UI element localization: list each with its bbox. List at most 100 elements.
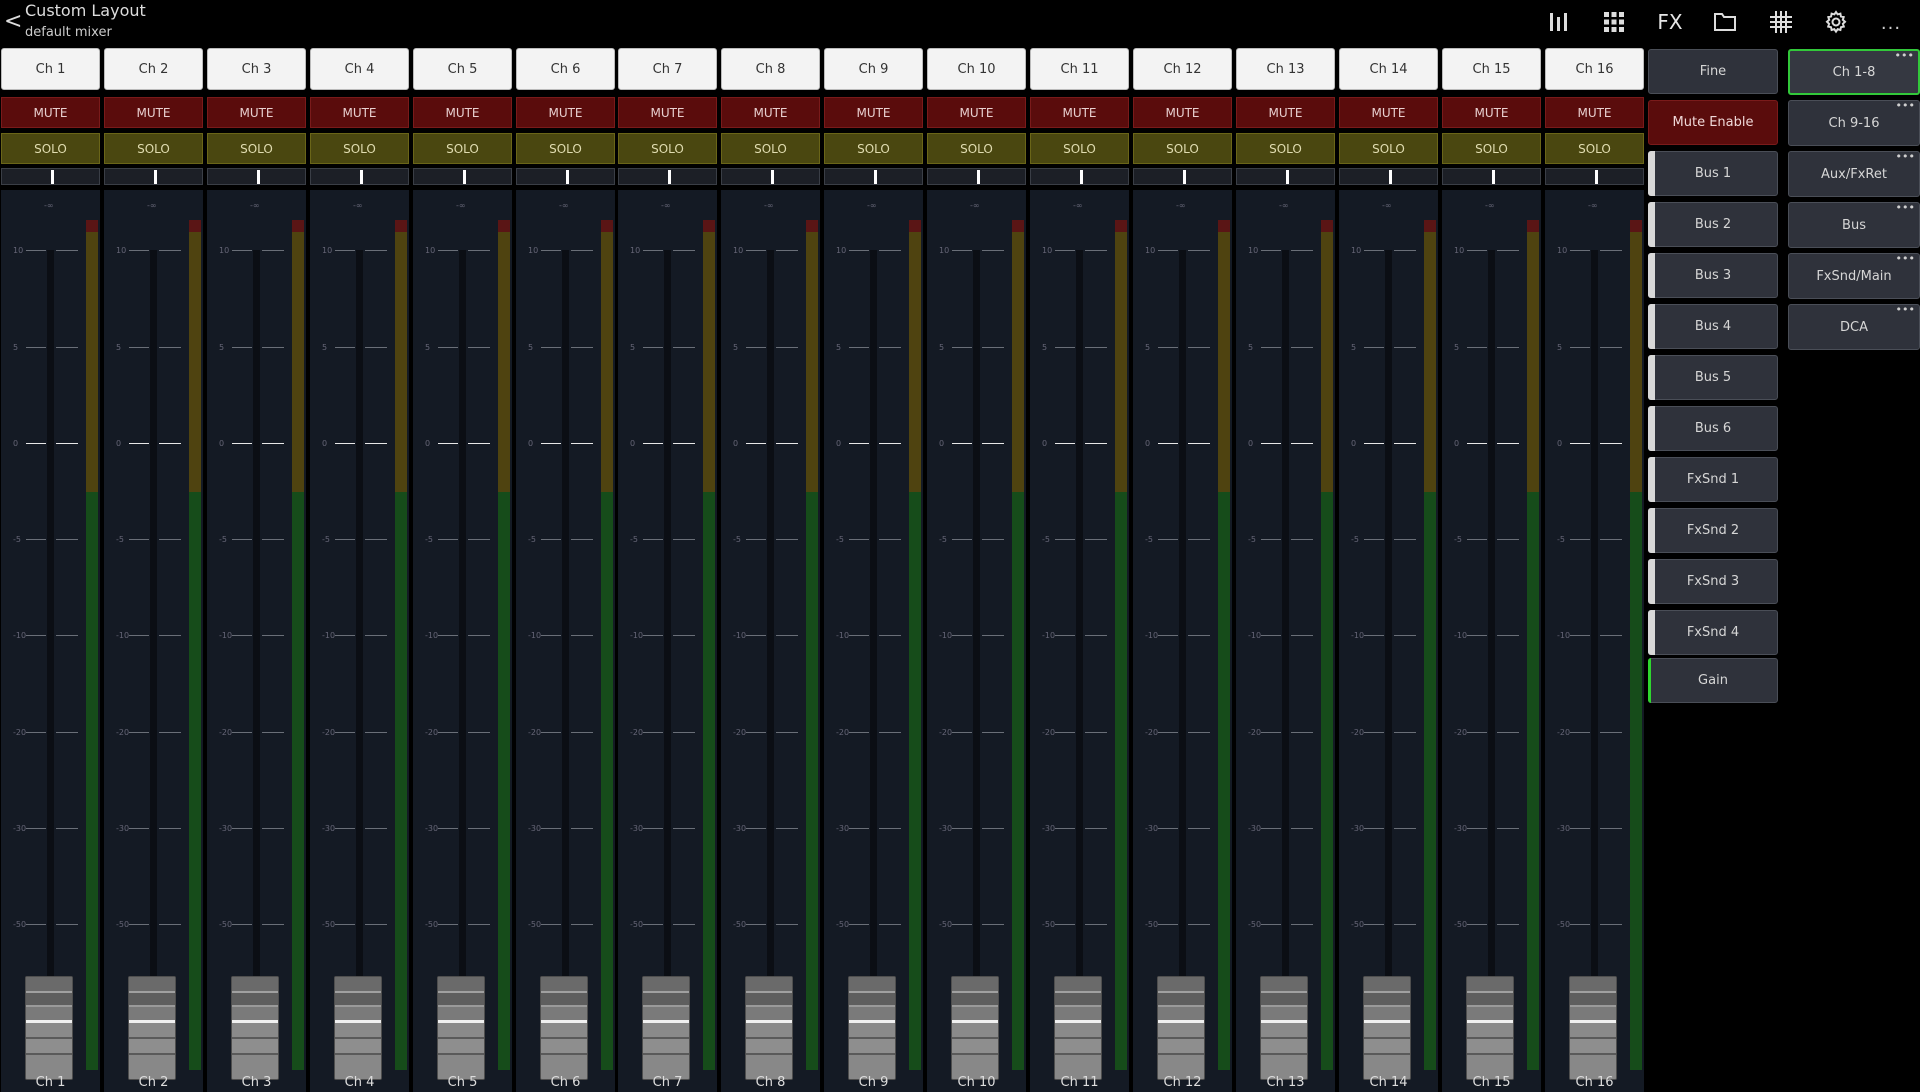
solo-button[interactable]: SOLO bbox=[1236, 133, 1335, 164]
channel-grid-icon[interactable] bbox=[1597, 8, 1631, 36]
solo-button[interactable]: SOLO bbox=[104, 133, 203, 164]
pan-slider[interactable] bbox=[207, 168, 306, 185]
fader-knob[interactable] bbox=[1569, 976, 1617, 1080]
layer-options-icon[interactable]: ••• bbox=[1896, 253, 1915, 264]
mute-button[interactable]: MUTE bbox=[927, 97, 1026, 128]
fader-knob[interactable] bbox=[437, 976, 485, 1080]
channel-select-button[interactable]: Ch 16 bbox=[1545, 48, 1644, 90]
mute-button[interactable]: MUTE bbox=[618, 97, 717, 128]
mute-enable-button[interactable]: Mute Enable bbox=[1648, 100, 1778, 145]
mute-button[interactable]: MUTE bbox=[1545, 97, 1644, 128]
fader-track[interactable]: -∞ 10 5 0 -5 -10 -20 -30 -50 bbox=[207, 190, 306, 1092]
layer-options-icon[interactable]: ••• bbox=[1895, 50, 1914, 61]
pan-slider[interactable] bbox=[1236, 168, 1335, 185]
mute-button[interactable]: MUTE bbox=[413, 97, 512, 128]
solo-button[interactable]: SOLO bbox=[413, 133, 512, 164]
pan-slider[interactable] bbox=[1545, 168, 1644, 185]
layer-button[interactable]: FxSnd/Main ••• bbox=[1788, 253, 1920, 299]
bus-send-button[interactable]: Bus 5 bbox=[1648, 355, 1778, 400]
gain-button[interactable]: Gain bbox=[1648, 658, 1778, 703]
solo-button[interactable]: SOLO bbox=[824, 133, 923, 164]
fader-track[interactable]: -∞ 10 5 0 -5 -10 -20 -30 -50 bbox=[1030, 190, 1129, 1092]
fader-knob[interactable] bbox=[1466, 976, 1514, 1080]
fader-track[interactable]: -∞ 10 5 0 -5 -10 -20 -30 -50 bbox=[927, 190, 1026, 1092]
routing-matrix-icon[interactable] bbox=[1764, 8, 1798, 36]
channel-select-button[interactable]: Ch 4 bbox=[310, 48, 409, 90]
pan-slider[interactable] bbox=[721, 168, 820, 185]
fader-knob[interactable] bbox=[128, 976, 176, 1080]
bus-send-button[interactable]: Bus 4 bbox=[1648, 304, 1778, 349]
channel-select-button[interactable]: Ch 7 bbox=[618, 48, 717, 90]
fader-track[interactable]: -∞ 10 5 0 -5 -10 -20 -30 -50 bbox=[104, 190, 203, 1092]
fader-knob[interactable] bbox=[25, 976, 73, 1080]
solo-button[interactable]: SOLO bbox=[1, 133, 100, 164]
gear-icon[interactable] bbox=[1819, 8, 1853, 36]
solo-button[interactable]: SOLO bbox=[207, 133, 306, 164]
mute-button[interactable]: MUTE bbox=[104, 97, 203, 128]
mute-button[interactable]: MUTE bbox=[1030, 97, 1129, 128]
solo-button[interactable]: SOLO bbox=[1442, 133, 1541, 164]
bus-send-button[interactable]: Bus 2 bbox=[1648, 202, 1778, 247]
mute-button[interactable]: MUTE bbox=[1442, 97, 1541, 128]
channel-select-button[interactable]: Ch 2 bbox=[104, 48, 203, 90]
fader-track[interactable]: -∞ 10 5 0 -5 -10 -20 -30 -50 bbox=[824, 190, 923, 1092]
pan-slider[interactable] bbox=[413, 168, 512, 185]
solo-button[interactable]: SOLO bbox=[310, 133, 409, 164]
pan-slider[interactable] bbox=[1030, 168, 1129, 185]
fx-send-button[interactable]: FxSnd 1 bbox=[1648, 457, 1778, 502]
fader-knob[interactable] bbox=[848, 976, 896, 1080]
fader-track[interactable]: -∞ 10 5 0 -5 -10 -20 -30 -50 bbox=[721, 190, 820, 1092]
fx-send-button[interactable]: FxSnd 2 bbox=[1648, 508, 1778, 553]
fader-knob[interactable] bbox=[1157, 976, 1205, 1080]
mute-button[interactable]: MUTE bbox=[310, 97, 409, 128]
fader-track[interactable]: -∞ 10 5 0 -5 -10 -20 -30 -50 bbox=[1339, 190, 1438, 1092]
layer-options-icon[interactable]: ••• bbox=[1896, 100, 1915, 111]
fader-track[interactable]: -∞ 10 5 0 -5 -10 -20 -30 -50 bbox=[1442, 190, 1541, 1092]
channel-select-button[interactable]: Ch 3 bbox=[207, 48, 306, 90]
solo-button[interactable]: SOLO bbox=[927, 133, 1026, 164]
layer-options-icon[interactable]: ••• bbox=[1896, 304, 1915, 315]
pan-slider[interactable] bbox=[927, 168, 1026, 185]
bus-send-button[interactable]: Bus 1 bbox=[1648, 151, 1778, 196]
mute-button[interactable]: MUTE bbox=[207, 97, 306, 128]
fader-track[interactable]: -∞ 10 5 0 -5 -10 -20 -30 -50 bbox=[618, 190, 717, 1092]
fx-button[interactable]: FX bbox=[1653, 8, 1687, 36]
mixer-faders-icon[interactable] bbox=[1542, 8, 1576, 36]
solo-button[interactable]: SOLO bbox=[1545, 133, 1644, 164]
fader-knob[interactable] bbox=[1363, 976, 1411, 1080]
fader-knob[interactable] bbox=[334, 976, 382, 1080]
fader-track[interactable]: -∞ 10 5 0 -5 -10 -20 -30 -50 bbox=[1, 190, 100, 1092]
mute-button[interactable]: MUTE bbox=[721, 97, 820, 128]
channel-select-button[interactable]: Ch 14 bbox=[1339, 48, 1438, 90]
layer-button[interactable]: Ch 9-16 ••• bbox=[1788, 100, 1920, 146]
solo-button[interactable]: SOLO bbox=[721, 133, 820, 164]
channel-select-button[interactable]: Ch 1 bbox=[1, 48, 100, 90]
fader-track[interactable]: -∞ 10 5 0 -5 -10 -20 -30 -50 bbox=[516, 190, 615, 1092]
more-options-button[interactable]: ... bbox=[1874, 8, 1908, 36]
pan-slider[interactable] bbox=[516, 168, 615, 185]
bus-send-button[interactable]: Bus 3 bbox=[1648, 253, 1778, 298]
solo-button[interactable]: SOLO bbox=[618, 133, 717, 164]
mute-button[interactable]: MUTE bbox=[1236, 97, 1335, 128]
fader-knob[interactable] bbox=[231, 976, 279, 1080]
mute-button[interactable]: MUTE bbox=[1339, 97, 1438, 128]
pan-slider[interactable] bbox=[618, 168, 717, 185]
layer-button[interactable]: Ch 1-8 ••• bbox=[1788, 49, 1920, 95]
fx-send-button[interactable]: FxSnd 3 bbox=[1648, 559, 1778, 604]
fader-track[interactable]: -∞ 10 5 0 -5 -10 -20 -30 -50 bbox=[413, 190, 512, 1092]
mute-button[interactable]: MUTE bbox=[824, 97, 923, 128]
pan-slider[interactable] bbox=[1133, 168, 1232, 185]
channel-select-button[interactable]: Ch 6 bbox=[516, 48, 615, 90]
fader-track[interactable]: -∞ 10 5 0 -5 -10 -20 -30 -50 bbox=[1236, 190, 1335, 1092]
solo-button[interactable]: SOLO bbox=[516, 133, 615, 164]
channel-select-button[interactable]: Ch 5 bbox=[413, 48, 512, 90]
fader-knob[interactable] bbox=[540, 976, 588, 1080]
back-button[interactable]: < bbox=[4, 9, 22, 35]
fader-knob[interactable] bbox=[1260, 976, 1308, 1080]
fader-knob[interactable] bbox=[1054, 976, 1102, 1080]
solo-button[interactable]: SOLO bbox=[1030, 133, 1129, 164]
layer-button[interactable]: Bus ••• bbox=[1788, 202, 1920, 248]
fader-knob[interactable] bbox=[642, 976, 690, 1080]
solo-button[interactable]: SOLO bbox=[1133, 133, 1232, 164]
channel-select-button[interactable]: Ch 9 bbox=[824, 48, 923, 90]
